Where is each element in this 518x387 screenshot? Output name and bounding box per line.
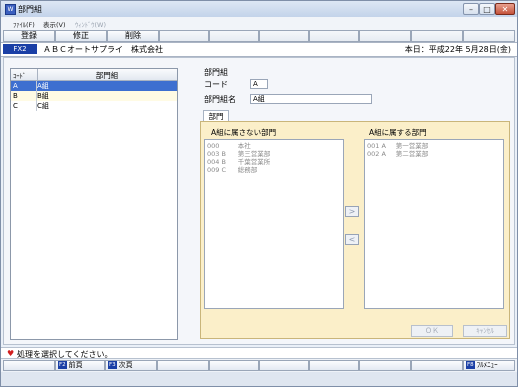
fx-badge: FX2 bbox=[3, 44, 37, 54]
add-to-group-button[interactable]: > bbox=[345, 206, 359, 217]
window-footer bbox=[1, 372, 517, 386]
group-name-field[interactable]: A組 bbox=[250, 94, 372, 104]
app-window: W 部門組 – □ ✕ ﾌｧｲﾙ(F) 表示(V) ｳｨﾝﾄﾞｳ(W) 登録 修… bbox=[0, 0, 518, 387]
minimize-button[interactable]: – bbox=[463, 3, 479, 15]
f3-key-badge: F3 bbox=[108, 361, 117, 369]
toolbar-slot bbox=[209, 30, 259, 42]
close-button[interactable]: ✕ bbox=[495, 3, 515, 15]
toolbar-slot bbox=[159, 30, 209, 42]
list-item[interactable]: 002 A 第二営業部 bbox=[367, 150, 503, 158]
today-date: 本日：平成22年 5月28日(金) bbox=[404, 45, 511, 54]
full-menu-button[interactable]: F8 ﾌﾙﾒﾆｭｰ bbox=[463, 360, 515, 371]
row-code: A bbox=[13, 82, 18, 90]
toolbar-slot bbox=[359, 30, 411, 42]
tab-strip: 部門 bbox=[198, 108, 512, 122]
function-key-bar: F2 前頁 F3 次頁 F8 ﾌﾙﾒﾆｭｰ bbox=[1, 358, 517, 372]
group-list: ｺｰﾄﾞ 部門組 A A組 B B組 C C組 bbox=[10, 68, 178, 340]
row-name: C組 bbox=[37, 102, 49, 110]
list-item[interactable]: 003 B 第三営業部 bbox=[207, 150, 343, 158]
column-header-code[interactable]: ｺｰﾄﾞ bbox=[13, 70, 37, 80]
remove-from-group-button[interactable]: < bbox=[345, 234, 359, 245]
modify-button[interactable]: 修正 bbox=[55, 30, 107, 42]
heart-icon: ♥ bbox=[7, 349, 15, 358]
f2-key-badge: F2 bbox=[58, 361, 67, 369]
fkey-slot bbox=[157, 360, 209, 371]
register-button[interactable]: 登録 bbox=[3, 30, 55, 42]
fkey-slot bbox=[411, 360, 463, 371]
fkey-slot bbox=[259, 360, 309, 371]
list-header: ｺｰﾄﾞ 部門組 bbox=[11, 69, 177, 81]
ok-button[interactable]: ＯＫ bbox=[411, 325, 453, 337]
toolbar-slot bbox=[411, 30, 463, 42]
menu-window[interactable]: ｳｨﾝﾄﾞｳ(W) bbox=[75, 19, 106, 29]
toolbar: 登録 修正 削除 bbox=[1, 30, 517, 42]
toolbar-slot bbox=[309, 30, 359, 42]
window-title: 部門組 bbox=[18, 5, 42, 14]
group-name-label: 部門組名 bbox=[204, 95, 236, 104]
delete-button[interactable]: 削除 bbox=[107, 30, 159, 42]
assigned-title: A組に属する部門 bbox=[369, 128, 427, 137]
menu-bar: ﾌｧｲﾙ(F) 表示(V) ｳｨﾝﾄﾞｳ(W) bbox=[1, 17, 517, 31]
company-name: ＡＢＣオートサプライ 株式会社 bbox=[43, 45, 163, 54]
unassigned-title: A組に属さない部門 bbox=[211, 128, 277, 137]
toolbar-slot bbox=[463, 30, 515, 42]
list-item[interactable]: 000 本社 bbox=[207, 142, 343, 150]
row-name: B組 bbox=[37, 92, 49, 100]
company-bar: FX2 ＡＢＣオートサプライ 株式会社 本日：平成22年 5月28日(金) bbox=[1, 42, 517, 57]
list-row[interactable]: C C組 bbox=[11, 101, 177, 111]
column-header-name[interactable]: 部門組 bbox=[39, 70, 175, 81]
menu-file[interactable]: ﾌｧｲﾙ(F) bbox=[13, 19, 35, 29]
code-label: コード bbox=[204, 80, 228, 89]
column-divider bbox=[37, 69, 38, 80]
list-item[interactable]: 001 A 第一営業部 bbox=[367, 142, 503, 150]
row-name: A組 bbox=[37, 82, 49, 90]
next-page-button[interactable]: F3 次頁 bbox=[105, 360, 157, 371]
cancel-button[interactable]: ｷｬﾝｾﾙ bbox=[463, 325, 507, 337]
section-label: 部門組 bbox=[204, 68, 228, 77]
prev-page-button[interactable]: F2 前頁 bbox=[55, 360, 105, 371]
title-bar: W 部門組 – □ ✕ bbox=[1, 1, 517, 17]
list-item[interactable]: 004 B 千葉営業所 bbox=[207, 158, 343, 166]
toolbar-slot bbox=[259, 30, 309, 42]
row-code: B bbox=[13, 92, 18, 100]
list-item[interactable]: 009 C 総務部 bbox=[207, 166, 343, 174]
next-page-label: 次頁 bbox=[118, 361, 133, 369]
fkey-slot bbox=[359, 360, 411, 371]
f8-key-badge: F8 bbox=[466, 361, 475, 369]
menu-view[interactable]: 表示(V) bbox=[43, 19, 66, 29]
list-row[interactable]: B B組 bbox=[11, 91, 177, 101]
assigned-list[interactable]: 001 A 第一営業部 002 A 第二営業部 bbox=[364, 139, 504, 309]
fkey-slot bbox=[209, 360, 259, 371]
app-icon: W bbox=[5, 4, 16, 15]
row-code: C bbox=[13, 102, 18, 110]
transfer-panel: A組に属さない部門 A組に属する部門 000 本社 003 B 第三営業部 00… bbox=[200, 121, 510, 339]
code-field[interactable]: A bbox=[250, 79, 268, 89]
maximize-button[interactable]: □ bbox=[479, 3, 495, 15]
unassigned-list[interactable]: 000 本社 003 B 第三営業部 004 B 千葉営業所 009 C 総務部 bbox=[204, 139, 344, 309]
list-row[interactable]: A A組 bbox=[11, 81, 177, 91]
fkey-slot bbox=[309, 360, 359, 371]
full-menu-label: ﾌﾙﾒﾆｭｰ bbox=[476, 361, 498, 369]
prev-page-label: 前頁 bbox=[68, 361, 83, 369]
fkey-slot bbox=[3, 360, 55, 371]
